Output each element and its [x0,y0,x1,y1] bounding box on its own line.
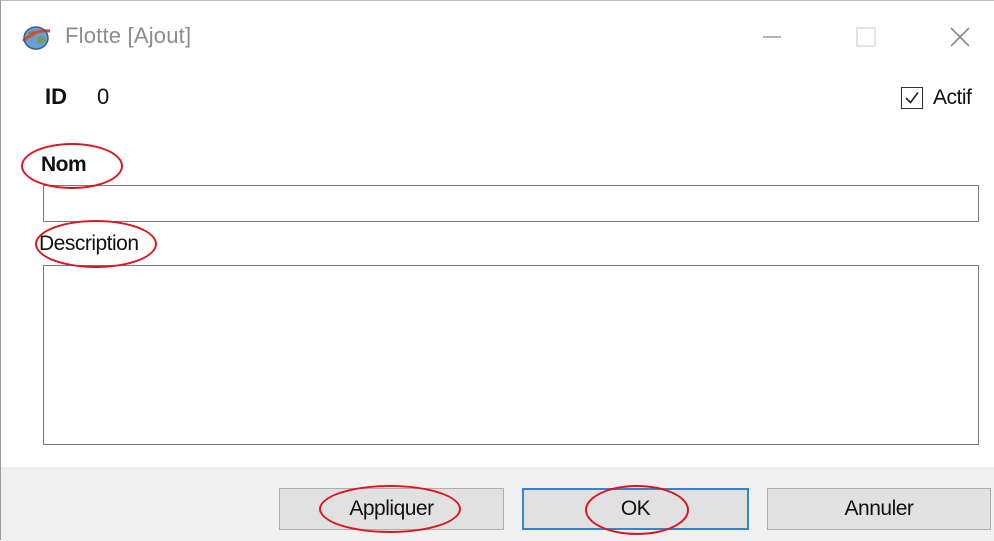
dialog-window: Flotte [Ajout] ID 0 Actif Nom Descriptio… [0,0,994,541]
minimize-button[interactable] [749,15,795,59]
cancel-button[interactable]: Annuler [767,488,991,530]
description-textarea[interactable] [43,265,979,445]
actif-label: Actif [933,86,972,109]
id-value: 0 [97,84,110,109]
window-title: Flotte [Ajout] [65,23,192,48]
title-bar: Flotte [Ajout] [1,1,994,69]
checkmark-icon [905,92,919,104]
description-label: Description [39,232,139,255]
actif-checkbox[interactable] [901,87,923,109]
ok-button[interactable]: OK [522,488,749,530]
globe-app-icon [21,23,51,51]
minimize-icon [761,26,783,48]
maximize-button[interactable] [843,15,889,59]
nom-input[interactable] [43,185,979,222]
close-icon [948,25,972,49]
maximize-icon [855,26,877,48]
id-label: ID [45,84,67,109]
nom-label: Nom [41,153,87,176]
actif-checkbox-group[interactable]: Actif [901,85,972,111]
close-button[interactable] [937,15,983,59]
apply-button[interactable]: Appliquer [279,488,504,530]
